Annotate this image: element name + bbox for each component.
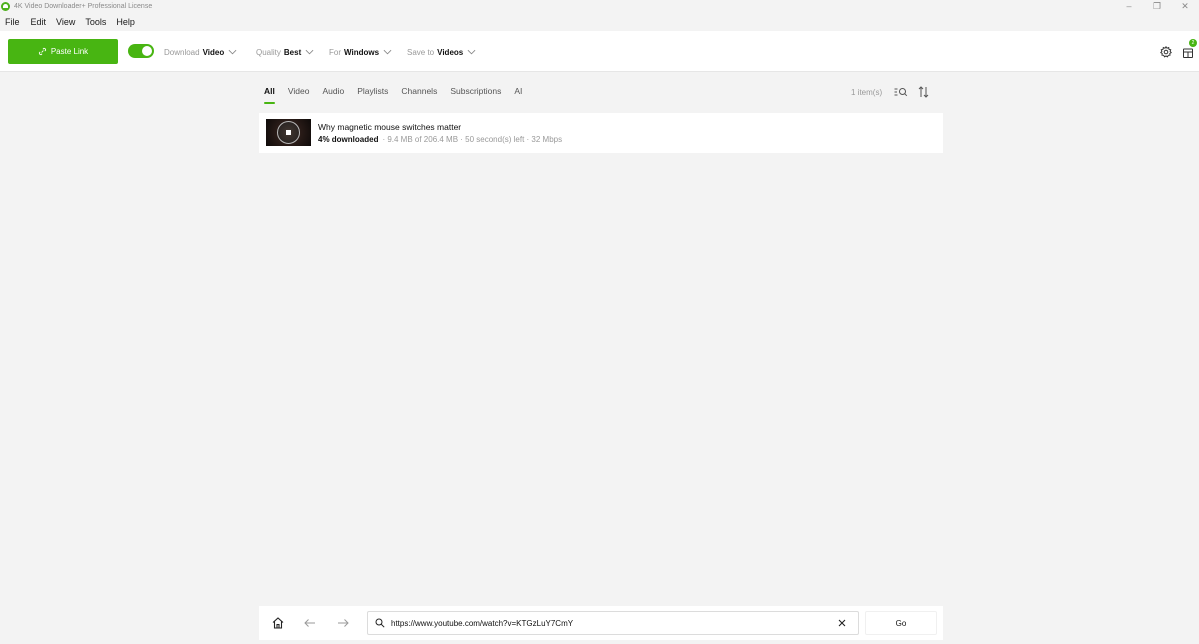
chevron-down-icon (228, 49, 237, 55)
back-arrow-icon[interactable] (304, 618, 316, 628)
stop-icon[interactable] (286, 130, 291, 135)
chevron-down-icon (305, 49, 314, 55)
link-icon (38, 47, 46, 56)
save-location-value: Videos (437, 47, 464, 57)
save-location-dropdown[interactable]: Save to Videos (407, 46, 476, 58)
quality-label: Quality (256, 47, 281, 57)
restore-button[interactable]: ❐ (1143, 0, 1171, 12)
close-icon[interactable] (838, 619, 846, 627)
download-type-dropdown[interactable]: Download Video (164, 46, 237, 58)
tab-audio[interactable]: Audio (322, 86, 344, 104)
item-title: Why magnetic mouse switches matter (318, 122, 462, 132)
menu-file[interactable]: File (5, 17, 20, 27)
home-icon[interactable] (272, 617, 284, 629)
menu-tools[interactable]: Tools (85, 17, 106, 27)
tab-video[interactable]: Video (288, 86, 310, 104)
quality-value: Best (283, 47, 302, 57)
tab-all[interactable]: All (264, 86, 275, 104)
title-bar: 4K Video Downloader+ Professional Licens… (0, 0, 1199, 12)
item-status: 4% downloaded · 9.4 MB of 206.4 MB · 50 … (318, 135, 562, 144)
format-label: For (329, 47, 341, 57)
downloads-panel-icon[interactable] (1182, 45, 1196, 59)
save-location-label: Save to (407, 47, 435, 57)
window-title: 4K Video Downloader+ Professional Licens… (14, 2, 153, 10)
item-meta: · 9.4 MB of 206.4 MB · 50 second(s) left… (382, 135, 563, 144)
gear-icon[interactable] (1160, 46, 1172, 58)
notification-badge: 2 (1189, 39, 1197, 47)
tab-channels[interactable]: Channels (401, 86, 437, 104)
go-button[interactable]: Go (865, 611, 937, 635)
filter-tabs: All Video Audio Playlists Channels Subsc… (264, 86, 535, 106)
tab-subscriptions[interactable]: Subscriptions (450, 86, 501, 104)
list-item[interactable]: Why magnetic mouse switches matter 4% do… (259, 113, 943, 153)
menu-view[interactable]: View (56, 17, 75, 27)
toolbar: Paste Link Download Video Quality Best F… (0, 31, 1199, 72)
chevron-down-icon (383, 49, 392, 55)
close-button[interactable]: ✕ (1171, 0, 1199, 12)
smart-mode-toggle[interactable] (128, 44, 154, 58)
browser-bar: Go (259, 606, 943, 640)
chevron-down-icon (467, 49, 476, 55)
tab-playlists[interactable]: Playlists (357, 86, 388, 104)
minimize-button[interactable]: – (1115, 0, 1143, 12)
tab-ai[interactable]: AI (514, 86, 522, 104)
url-input[interactable] (391, 617, 821, 629)
sort-icon[interactable] (918, 86, 929, 98)
download-type-value: Video (202, 47, 225, 57)
quality-dropdown[interactable]: Quality Best (256, 46, 314, 58)
window-controls: – ❐ ✕ (1115, 0, 1199, 12)
download-type-label: Download (164, 47, 200, 57)
search-list-icon[interactable] (894, 87, 908, 97)
forward-arrow-icon[interactable] (337, 618, 349, 628)
item-count: 1 item(s) (851, 88, 883, 97)
paste-link-button[interactable]: Paste Link (8, 39, 118, 64)
format-value: Windows (344, 47, 380, 57)
video-thumbnail (266, 119, 311, 146)
menu-help[interactable]: Help (116, 17, 135, 27)
paste-link-label: Paste Link (50, 47, 89, 56)
menu-edit[interactable]: Edit (31, 17, 47, 27)
format-dropdown[interactable]: For Windows (329, 46, 392, 58)
app-logo-icon (1, 1, 10, 11)
item-progress: 4% downloaded (318, 135, 379, 144)
menu-bar: File Edit View Tools Help (0, 15, 140, 29)
search-icon (375, 618, 385, 628)
url-field[interactable] (367, 611, 859, 635)
